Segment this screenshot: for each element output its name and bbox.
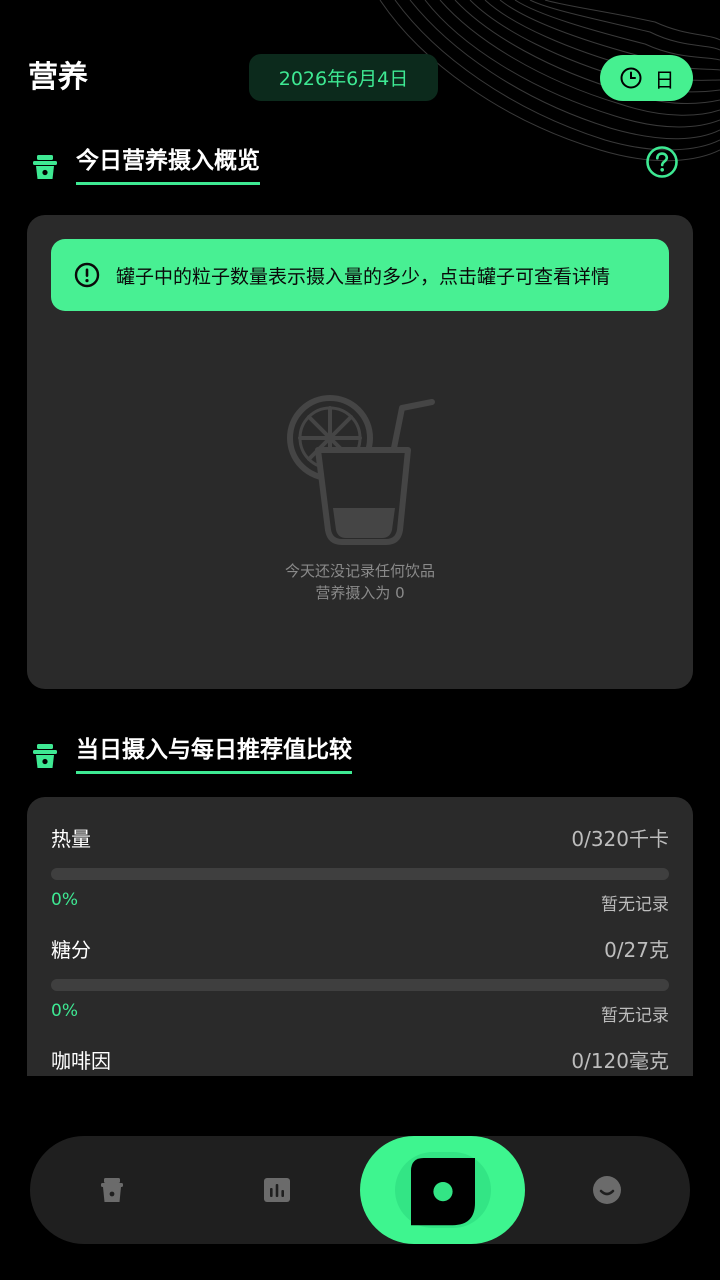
tip-text: 罐子中的粒子数量表示摄入量的多少，点击罐子可查看详情 <box>116 265 611 288</box>
overview-section-header: 今日营养摄入概览 <box>30 146 260 185</box>
alert-icon <box>74 262 100 288</box>
metric-name: 咖啡因 <box>51 1049 111 1073</box>
metric-value: 0/120毫克 <box>571 1049 669 1073</box>
nav-item-stats[interactable] <box>217 1136 337 1244</box>
progress-bar <box>51 868 669 880</box>
face-icon <box>593 1176 621 1204</box>
metric-value: 0/27克 <box>604 938 669 962</box>
section-title: 今日营养摄入概览 <box>76 146 260 185</box>
section-title: 当日摄入与每日推荐值比较 <box>76 735 352 774</box>
clock-icon <box>620 67 641 89</box>
date-selector[interactable]: 2026年6月4日 <box>249 54 438 101</box>
metric-note: 暂无记录 <box>601 1006 669 1026</box>
metric-name: 糖分 <box>51 938 91 962</box>
metric-percent: 0% <box>51 890 78 910</box>
cup-icon <box>33 743 57 768</box>
nav-item-nutrition[interactable] <box>360 1136 525 1244</box>
metric-name: 热量 <box>51 827 91 851</box>
bottom-nav <box>30 1136 690 1244</box>
nutrition-icon <box>410 1158 475 1226</box>
help-icon[interactable] <box>645 145 679 179</box>
compare-section-header: 当日摄入与每日推荐值比较 <box>30 735 352 774</box>
metric-percent: 0% <box>51 1001 78 1021</box>
cup-icon <box>33 154 57 179</box>
empty-intake-message: 营养摄入为 0 <box>315 584 405 602</box>
metric-value: 0/320千卡 <box>571 827 669 851</box>
metric-caffeine[interactable]: 咖啡因 0/120毫克 <box>51 1045 669 1074</box>
nav-item-profile[interactable] <box>547 1136 667 1244</box>
tip-banner: 罐子中的粒子数量表示摄入量的多少，点击罐子可查看详情 <box>51 239 669 311</box>
metric-sugar[interactable]: 糖分 0/27克 0% 暂无记录 <box>51 934 669 1026</box>
metric-calories[interactable]: 热量 0/320千卡 0% 暂无记录 <box>51 823 669 915</box>
period-toggle-button[interactable]: 日 <box>600 55 693 101</box>
metric-note: 暂无记录 <box>601 895 669 915</box>
overview-card: 罐子中的粒子数量表示摄入量的多少，点击罐子可查看详情 今天还没记录任何饮品 营养… <box>27 215 693 689</box>
empty-message: 今天还没记录任何饮品 <box>284 562 435 580</box>
page-title: 营养 <box>28 60 88 95</box>
progress-bar <box>51 979 669 991</box>
period-label: 日 <box>654 67 675 92</box>
compare-card: 热量 0/320千卡 0% 暂无记录 糖分 0/27克 0% 暂无记录 咖啡因 … <box>27 797 693 1076</box>
chart-icon <box>264 1178 290 1202</box>
cup-icon <box>101 1178 123 1202</box>
date-label: 2026年6月4日 <box>278 68 409 90</box>
nav-item-drinks[interactable] <box>52 1136 172 1244</box>
empty-drink-icon[interactable] <box>282 390 442 550</box>
